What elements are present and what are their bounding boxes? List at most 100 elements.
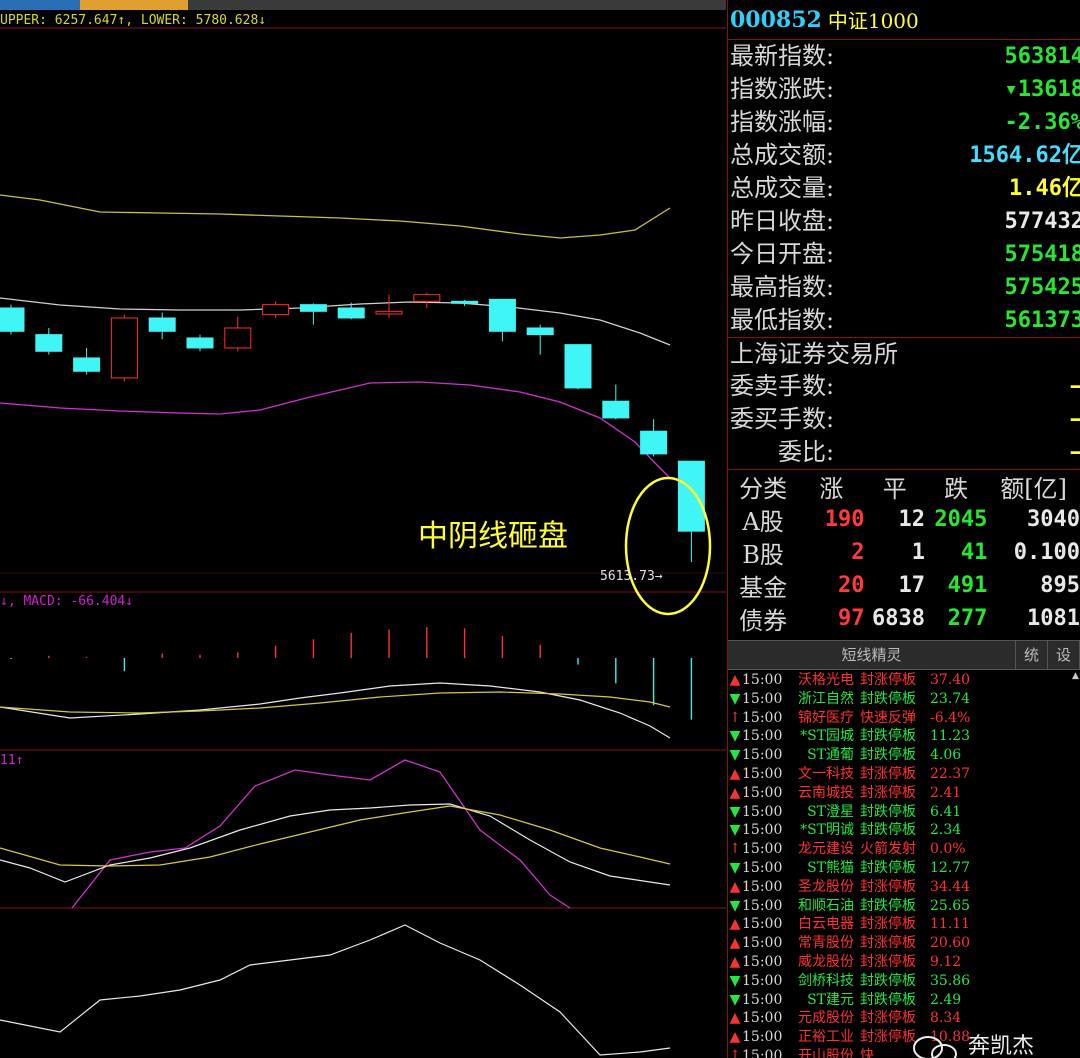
sprite-value: 0.0% [930, 841, 966, 858]
chart-canvas[interactable]: UPPER: 6257.647↑, LOWER: 5780.628↓ ↓, MA… [0, 0, 726, 1058]
sprite-item[interactable]: ▲ 15:00 白云电器 封涨停板 11.11 [728, 915, 1073, 934]
sprite-stock: 剑桥科技 [798, 972, 854, 989]
sprite-direction: ↑ [729, 841, 741, 858]
sprite-item[interactable]: ↑ 15:00 龙元建设 火箭发射 0.0% [728, 840, 1073, 859]
sprite-stock: *ST园城 [800, 728, 854, 745]
cat-up: 190 [824, 507, 865, 532]
tab-short-sprite[interactable]: 短线精灵 [728, 641, 1016, 669]
sprite-item[interactable]: ▼ 15:00 浙江自然 封跌停板 23.74 [728, 690, 1073, 709]
sprite-event: 封涨停板 [860, 935, 916, 952]
candle[interactable] [677, 460, 705, 562]
candle-body [413, 294, 441, 302]
order-label: 委比: [730, 438, 835, 466]
sprite-direction: ▲ [729, 784, 741, 801]
quote-value: 1.46亿 [1009, 176, 1080, 201]
candle[interactable] [186, 334, 214, 352]
sprite-item[interactable]: ▼ 15:00 ST通葡 封跌停板 4.06 [728, 746, 1073, 765]
sprite-time: 15:00 [742, 1010, 783, 1027]
cat-head-down: 跌 [944, 475, 969, 503]
candle[interactable] [224, 316, 252, 352]
candle[interactable] [299, 303, 327, 325]
sprite-time: 15:00 [742, 916, 783, 933]
quote-value: 1564.62亿 [969, 143, 1080, 168]
tab-settings[interactable]: 设 [1048, 641, 1080, 669]
candle[interactable] [148, 312, 176, 340]
candle[interactable] [73, 347, 101, 375]
cat-down: 2045 [934, 507, 988, 532]
sprite-item[interactable]: ▼ 15:00 *ST明诚 封跌停板 2.34 [728, 821, 1073, 840]
cat-name: A股 [742, 508, 784, 536]
candles [0, 292, 705, 562]
scroll-up-arrow-icon[interactable]: ▲ [1072, 671, 1080, 681]
quote-label: 总成交量: [730, 174, 835, 202]
category-row: 债券 97 6838 277 1081 [728, 602, 1080, 635]
sprite-event: 封跌停板 [860, 728, 916, 745]
candle[interactable] [564, 344, 592, 390]
candle[interactable] [602, 384, 630, 420]
sprite-value: 11.11 [930, 916, 971, 933]
cat-head-up: 涨 [819, 475, 844, 503]
sprite-item[interactable]: ▲ 15:00 文一科技 封涨停板 22.37 [728, 765, 1073, 784]
candle[interactable] [110, 314, 138, 382]
sprite-time: 15:00 [742, 690, 783, 707]
quote-value: ▾13618 [1004, 77, 1080, 102]
cat-flat: 17 [898, 573, 925, 598]
sprite-value: -6.4% [930, 709, 971, 726]
quote-row: 总成交量: 1.46亿 [728, 172, 1080, 205]
sprite-item[interactable]: ▼ 15:00 ST建元 封跌停板 2.49 [728, 991, 1073, 1010]
quote-label: 今日开盘: [730, 240, 835, 268]
candle[interactable] [413, 292, 441, 308]
sprite-item[interactable]: ▼ 15:00 ST澄星 封跌停板 6.41 [728, 803, 1073, 822]
top-tab-blue[interactable] [0, 0, 80, 10]
sprite-direction: ▲ [729, 1029, 741, 1046]
sprite-item[interactable]: ▲ 15:00 沃格光电 封涨停板 37.40 [728, 671, 1073, 690]
candle[interactable] [640, 419, 668, 457]
sprite-stock: 和顺石油 [798, 897, 854, 914]
security-name: 中证1000 [827, 9, 919, 33]
wechat-logo-icon [913, 1036, 957, 1058]
quote-value: 561373 [1004, 308, 1080, 333]
sprite-list[interactable]: ▲ 15:00 沃格光电 封涨停板 37.40 ▼ 15:00 浙江自然 封跌停板… [728, 671, 1073, 1058]
sprite-event: 火箭发射 [860, 841, 916, 858]
tab-stats[interactable]: 统 [1016, 641, 1048, 669]
sprite-item[interactable]: ▼ 15:00 *ST园城 封跌停板 11.23 [728, 727, 1073, 746]
sprite-time: 15:00 [742, 859, 783, 876]
candle-body [451, 300, 479, 304]
sprite-item[interactable]: ▲ 15:00 威龙股份 封涨停板 9.12 [728, 953, 1073, 972]
candle[interactable] [35, 327, 63, 355]
candle[interactable] [262, 301, 290, 318]
quote-value: 577432 [1004, 209, 1080, 234]
sprite-item[interactable]: ▲ 15:00 常青股份 封涨停板 20.60 [728, 934, 1073, 953]
sprite-item[interactable]: ▲ 15:00 云南城投 封涨停板 2.41 [728, 784, 1073, 803]
sprite-item[interactable]: ↑ 15:00 锦好医疗 快速反弹 -6.4% [728, 709, 1073, 728]
boll-mid-line [0, 297, 671, 346]
kline-chart[interactable]: UPPER: 6257.647↑, LOWER: 5780.628↓ ↓, MA… [0, 0, 726, 1058]
category-row: 基金 20 17 491 895 [728, 569, 1080, 602]
candle[interactable] [375, 294, 403, 318]
sprite-item[interactable]: ▼ 15:00 剑桥科技 封跌停板 35.86 [728, 972, 1073, 991]
candle[interactable] [526, 324, 554, 355]
candle[interactable] [451, 299, 479, 306]
sprite-event: 封涨停板 [860, 953, 916, 970]
sprite-event: 封跌停板 [860, 747, 916, 764]
candle[interactable] [488, 298, 516, 342]
category-table: 分类 涨 平 跌 额[亿] A股 190 12 2045 3040 B股 2 1 … [728, 469, 1080, 635]
security-header[interactable]: 000852 中证1000 [728, 0, 1080, 40]
candle-body [35, 334, 63, 352]
low-marker: 5613.73→ [600, 569, 663, 584]
sprite-item[interactable]: ▲ 15:00 元成股份 封涨停板 8.34 [728, 1009, 1073, 1028]
candle[interactable] [0, 304, 25, 335]
top-tab-orange[interactable] [80, 0, 188, 10]
sprite-value: 4.06 [930, 747, 962, 764]
sprite-item[interactable]: ▲ 15:00 圣龙股份 封涨停板 34.44 [728, 878, 1073, 897]
quote-row: 指数涨幅: -2.36% [728, 106, 1080, 139]
sprite-item[interactable]: ▼ 15:00 ST熊猫 封跌停板 12.77 [728, 859, 1073, 878]
sprite-event: 封涨停板 [860, 878, 916, 895]
sprite-value: 2.34 [930, 822, 962, 839]
sprite-event: 封跌停板 [860, 991, 916, 1008]
sprite-time: 15:00 [742, 765, 783, 782]
macd-dea-line [0, 691, 671, 714]
sprite-direction: ▼ [729, 822, 741, 839]
sprite-stock: 圣龙股份 [798, 878, 854, 895]
sprite-item[interactable]: ▼ 15:00 和顺石油 封跌停板 25.65 [728, 897, 1073, 916]
